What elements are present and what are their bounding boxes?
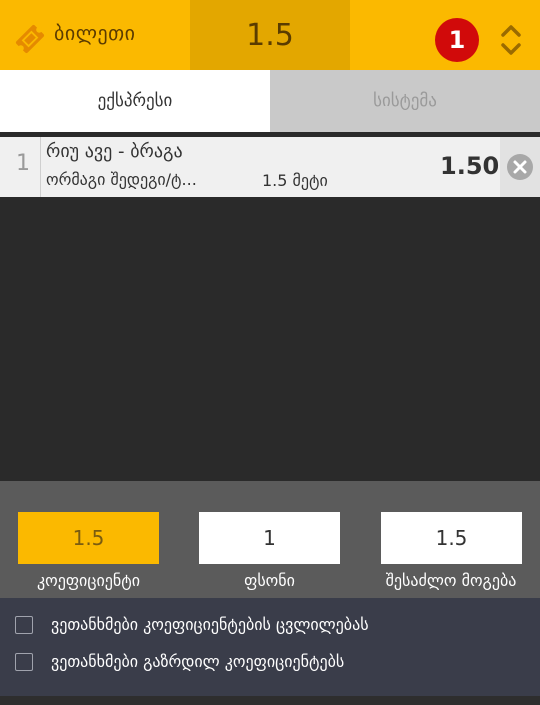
coefficient-label: კოეფიციენტი (36, 571, 140, 590)
potential-win-label: შესაძლო მოგება (385, 571, 517, 590)
stake-input[interactable]: 1 (199, 512, 340, 564)
bottom-strip (0, 696, 540, 705)
tab-express[interactable]: ექსპრესი (0, 70, 270, 132)
betslip-header[interactable]: ბილეთი 1.5 1 (0, 0, 540, 70)
accept-increased-odds-checkbox[interactable] (15, 652, 33, 671)
bet-market: ორმაგი შედეგი/ტ... (46, 170, 197, 189)
accept-odds-change-option[interactable]: ვეთანხმები კოეფიციენტების ცვლილებას (15, 615, 369, 634)
accept-odds-change-label: ვეთანხმები კოეფიციენტების ცვლილებას (51, 615, 369, 634)
bet-options: ვეთანხმები კოეფიციენტების ცვლილებას ვეთა… (0, 598, 540, 696)
ticket-icon (15, 24, 45, 54)
close-circle-icon (507, 154, 533, 180)
betslip-empty-area (0, 198, 540, 481)
bet-item: 1 რიუ ავე - ბრაგა ორმაგი შედეგი/ტ... 1.5… (0, 137, 540, 197)
potential-win-value: 1.5 (381, 512, 522, 564)
bet-odds: 1.50 (440, 152, 500, 180)
accept-odds-change-checkbox[interactable] (15, 615, 33, 634)
selection-count-badge: 1 (435, 18, 479, 62)
stake-label: ფსონი (244, 571, 295, 590)
chevron-up-down-icon[interactable] (498, 22, 524, 58)
ticket-tab[interactable]: ბილეთი (0, 0, 190, 70)
accept-increased-odds-option[interactable]: ვეთანხმები გაზრდილ კოეფიციენტებს (15, 652, 344, 671)
ticket-label: ბილეთი (54, 21, 136, 45)
bet-index: 1 (16, 151, 30, 176)
accept-increased-odds-label: ვეთანხმები გაზრდილ კოეფიციენტებს (51, 652, 345, 671)
tab-system[interactable]: სისტემა (270, 70, 540, 132)
bet-match-name: რიუ ავე - ბრაგა (46, 141, 183, 162)
total-odds: 1.5 (190, 0, 350, 70)
bet-selection: 1.5 მეტი (262, 171, 328, 190)
bet-divider (40, 137, 41, 197)
remove-bet-button[interactable] (500, 137, 540, 197)
bet-summary: 1.5 1 1.5 კოეფიციენტი ფსონი შესაძლო მოგე… (0, 481, 540, 598)
coefficient-value: 1.5 (18, 512, 159, 564)
bet-type-tabs: ექსპრესი სისტემა (0, 70, 540, 132)
